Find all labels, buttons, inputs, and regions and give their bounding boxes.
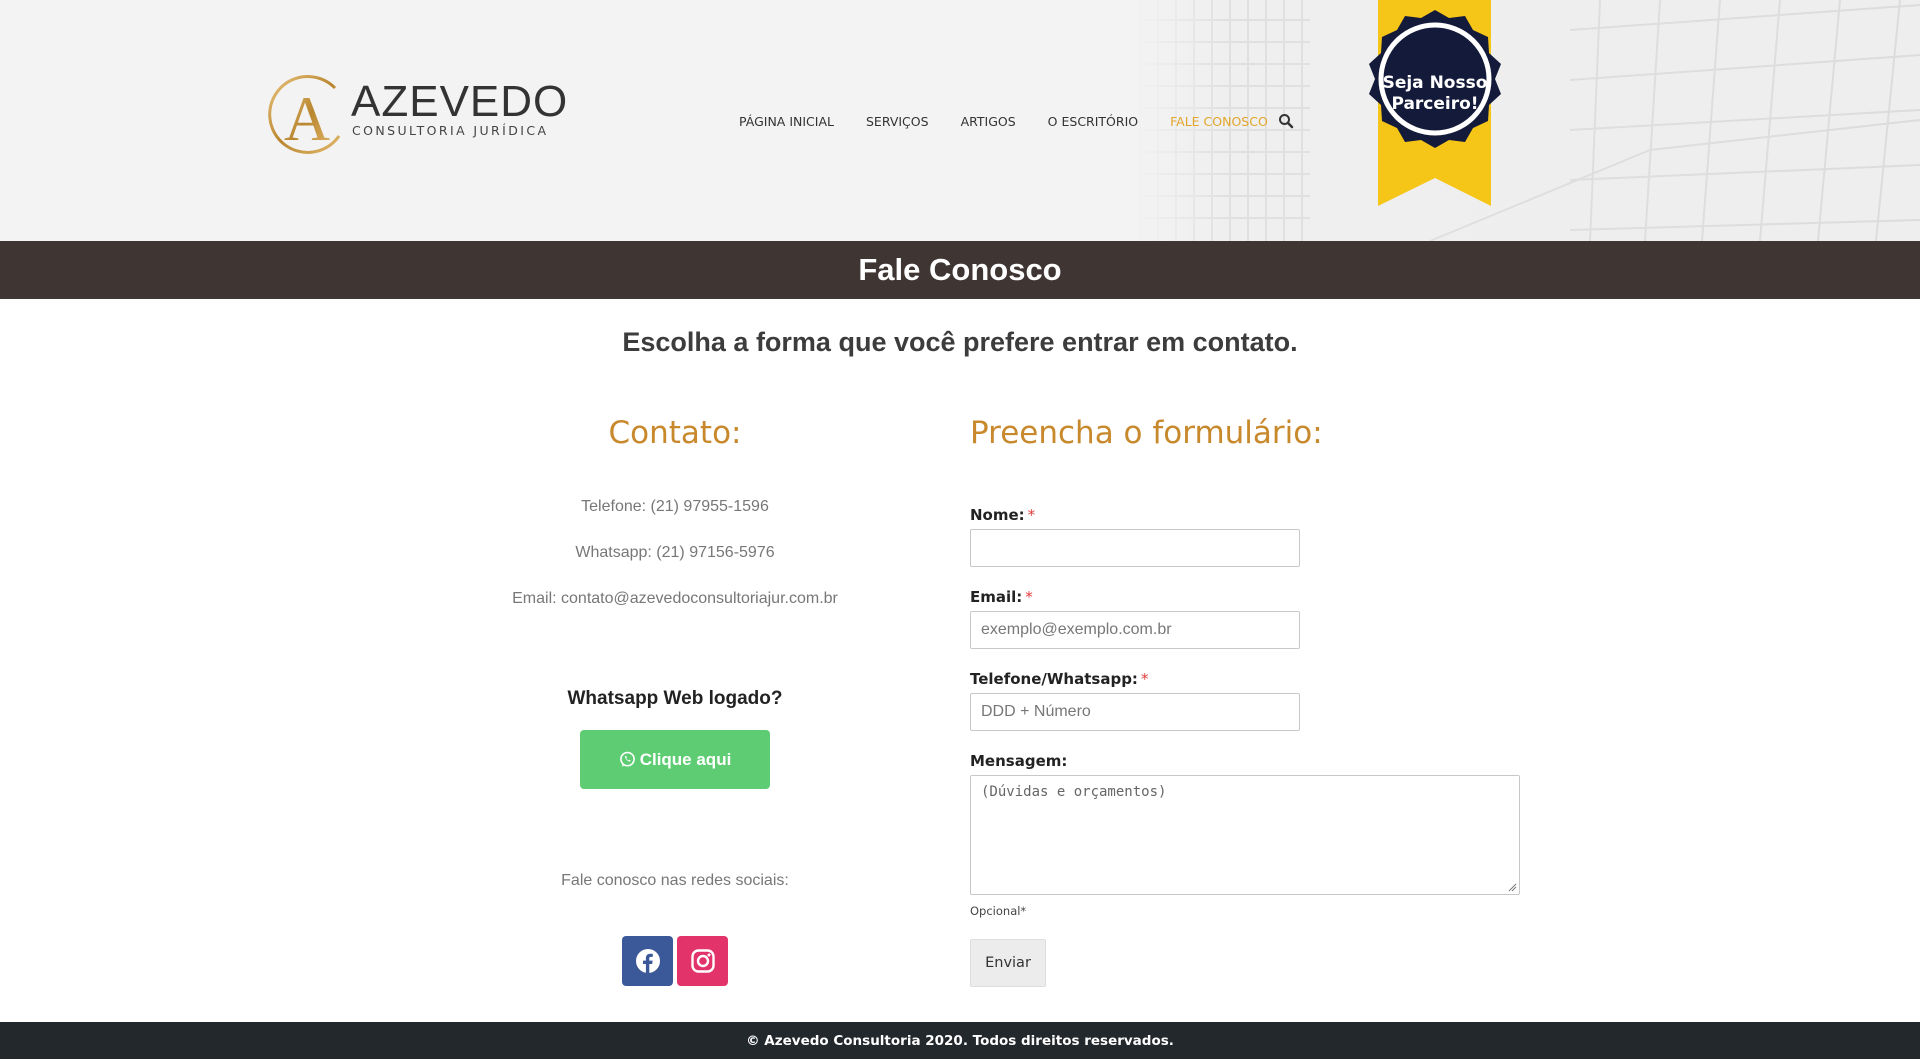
- nav-item-services[interactable]: SERVIÇOS: [866, 114, 929, 129]
- nav-item-contact[interactable]: FALE CONOSCO: [1170, 114, 1268, 129]
- logo-a-mark: A: [268, 74, 341, 154]
- email-label-text: Email:: [970, 588, 1023, 606]
- search-icon[interactable]: [1278, 113, 1294, 129]
- social-label: Fale conosco nas redes sociais:: [561, 872, 789, 889]
- facebook-icon: [635, 949, 660, 973]
- submit-button[interactable]: Enviar: [970, 939, 1046, 987]
- whatsapp-button[interactable]: Clique aqui: [580, 730, 770, 789]
- message-field[interactable]: [970, 775, 1520, 895]
- partner-badge-line1: Seja Nosso: [1382, 73, 1488, 93]
- name-label: Nome: *: [970, 506, 1035, 524]
- instagram-icon: [690, 949, 715, 973]
- required-mark: *: [1140, 670, 1149, 688]
- logo-tagline: CONSULTORIA JURÍDICA: [352, 123, 549, 138]
- main-nav: PÁGINA INICIAL SERVIÇOS ARTIGOS O ESCRIT…: [739, 111, 1294, 131]
- email-label: Email: *: [970, 588, 1033, 606]
- facebook-button[interactable]: [622, 936, 673, 986]
- nav-item-articles[interactable]: ARTIGOS: [961, 114, 1016, 129]
- whatsapp-question: Whatsapp Web logado?: [567, 688, 783, 709]
- name-field[interactable]: [970, 529, 1300, 567]
- partner-badge-text[interactable]: Seja Nosso Parceiro!: [1349, 73, 1521, 115]
- message-label: Mensagem:: [970, 752, 1068, 770]
- site-header: A AZEVEDO CONSULTORIA JURÍDICA PÁGINA IN…: [0, 0, 1920, 241]
- contact-phone: Telefone: (21) 97955-1596: [581, 498, 769, 515]
- nav-item-office[interactable]: O ESCRITÓRIO: [1048, 114, 1138, 129]
- site-footer: © Azevedo Consultoria 2020. Todos direit…: [0, 1022, 1920, 1059]
- form-heading: Preencha o formulário:: [970, 415, 1323, 451]
- required-mark: *: [1025, 588, 1033, 606]
- name-label-text: Nome:: [970, 506, 1025, 524]
- page-subtitle: Escolha a forma que você prefere entrar …: [622, 327, 1298, 357]
- logo[interactable]: A AZEVEDO CONSULTORIA JURÍDICA: [265, 74, 567, 158]
- contact-whatsapp: Whatsapp: (21) 97156-5976: [575, 544, 775, 561]
- optional-hint: Opcional*: [970, 904, 1027, 918]
- footer-copyright: © Azevedo Consultoria 2020. Todos direit…: [746, 1032, 1174, 1049]
- partner-badge-line2: Parceiro!: [1391, 94, 1479, 114]
- phone-field[interactable]: [970, 693, 1300, 731]
- contact-email[interactable]: Email: contato@azevedoconsultoriajur.com…: [440, 589, 910, 609]
- resize-handle-icon[interactable]: [1508, 883, 1517, 892]
- phone-label: Telefone/Whatsapp: *: [970, 670, 1148, 688]
- contact-heading: Contato:: [608, 415, 742, 451]
- title-band: Fale Conosco: [0, 241, 1920, 299]
- nav-item-home[interactable]: PÁGINA INICIAL: [739, 114, 834, 129]
- svg-text:A: A: [284, 83, 330, 154]
- email-field[interactable]: [970, 611, 1300, 649]
- logo-name: AZEVEDO: [351, 77, 569, 126]
- instagram-button[interactable]: [677, 936, 728, 986]
- phone-label-text: Telefone/Whatsapp:: [970, 670, 1138, 688]
- page-title: Fale Conosco: [858, 252, 1062, 287]
- whatsapp-button-label: Clique aqui: [639, 749, 732, 769]
- required-mark: *: [1027, 506, 1036, 524]
- whatsapp-icon: [619, 751, 635, 767]
